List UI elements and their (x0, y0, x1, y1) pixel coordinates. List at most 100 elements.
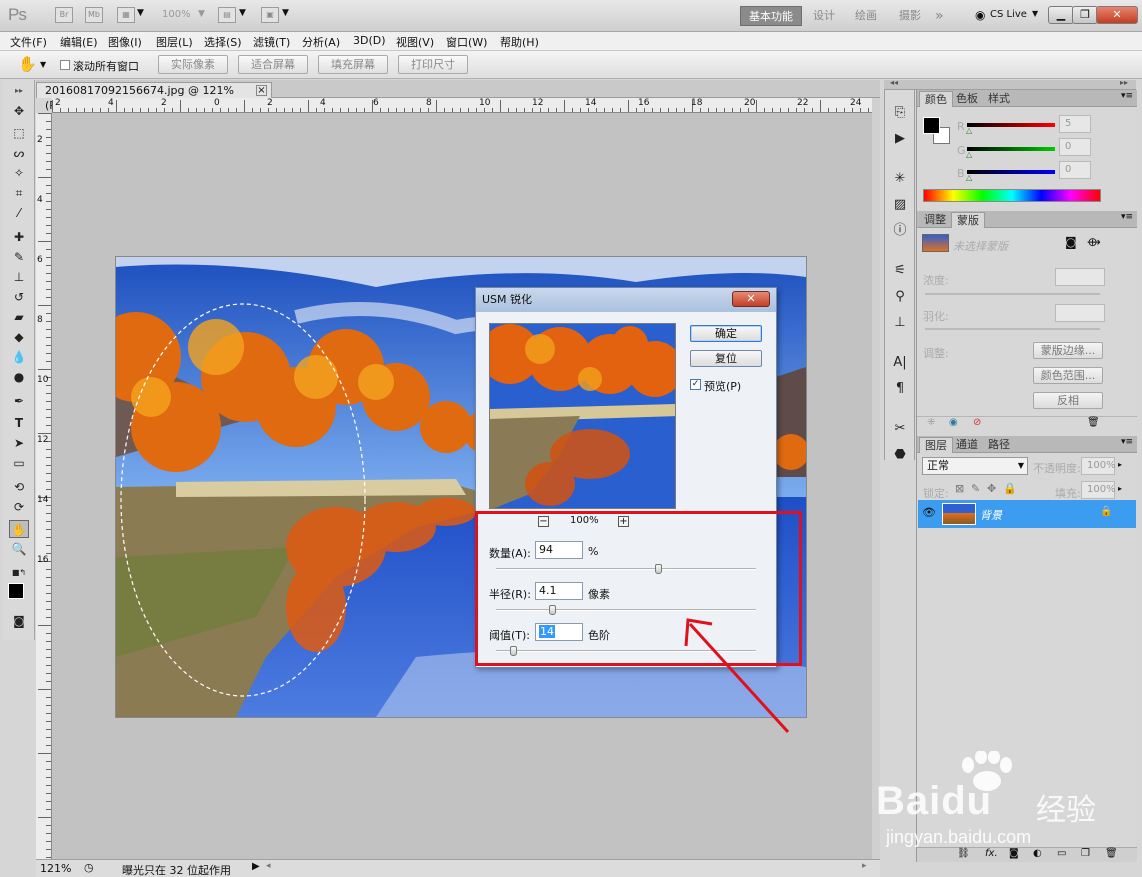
channel-b-slider[interactable] (967, 170, 1055, 174)
bridge-icon[interactable]: Br (55, 7, 73, 23)
menu-window[interactable]: 窗口(W) (446, 34, 487, 50)
move-tool-icon[interactable]: ✥ (9, 102, 29, 120)
menu-help[interactable]: 帮助(H) (500, 34, 539, 50)
workspace-design[interactable]: 设计 (805, 6, 843, 26)
tab-channels[interactable]: 通道 (951, 437, 983, 453)
restore-button[interactable]: ❐ (1072, 6, 1098, 24)
brushes-icon[interactable]: ⚲ (891, 288, 909, 306)
actions-icon[interactable]: ▶ (891, 130, 909, 148)
channel-g-input[interactable]: 0 (1059, 138, 1091, 156)
arrange-documents-icon[interactable]: ▤ (218, 7, 236, 23)
eyedropper-tool-icon[interactable]: ⁄ (9, 204, 29, 222)
slider-thumb-icon[interactable]: △ (966, 150, 972, 159)
expand-icon[interactable]: ▸▸ (1120, 78, 1128, 87)
foreground-color-swatch[interactable] (923, 117, 940, 134)
panel-menu-icon[interactable]: ▾≡ (1121, 212, 1133, 222)
histogram-icon[interactable]: ▨ (891, 196, 909, 214)
lasso-tool-icon[interactable]: ᔕ (9, 144, 29, 162)
invert-button[interactable]: 反相 (1033, 392, 1103, 409)
document-tab[interactable]: 20160817092156674.jpg @ 121%(RGB/8) × (36, 82, 272, 112)
color-range-button[interactable]: 颜色范围... (1033, 367, 1103, 384)
blend-mode-select[interactable]: 正常 ▼ (922, 457, 1028, 475)
layer-row[interactable]: 👁 背景 🔒 (918, 500, 1136, 528)
clone-stamp-tool-icon[interactable]: ⊥ (9, 268, 29, 286)
opacity-input[interactable]: 100% (1081, 457, 1116, 475)
foreground-color-swatch[interactable] (8, 583, 24, 599)
preview-checkbox[interactable]: ✓ (690, 379, 701, 390)
preview-window[interactable] (489, 323, 676, 509)
history-brush-tool-icon[interactable]: ↺ (9, 288, 29, 306)
menu-image[interactable]: 图像(I) (108, 34, 142, 50)
collapse-icon[interactable]: ▸▸ (9, 82, 29, 100)
scroll-right-icon[interactable]: ▸ (862, 861, 867, 871)
view-extras-icon[interactable]: ▦ (117, 7, 135, 23)
tab-masks[interactable]: 蒙版 (951, 212, 985, 228)
brush-tool-icon[interactable]: ✎ (9, 248, 29, 266)
chevron-down-icon[interactable]: ▼ (239, 8, 246, 18)
mini-bridge-icon[interactable]: Mb (85, 7, 103, 23)
tab-styles[interactable]: 样式 (983, 91, 1015, 107)
dodge-tool-icon[interactable]: ● (9, 368, 29, 386)
apply-mask-icon[interactable]: ◉ (949, 417, 958, 428)
healing-brush-tool-icon[interactable]: ✚ (9, 228, 29, 246)
cs-live-button[interactable]: CS Live (990, 9, 1027, 20)
tab-color[interactable]: 颜色 (919, 91, 953, 107)
lock-transparent-icon[interactable]: ⊠ (955, 482, 964, 495)
print-size-button[interactable]: 打印尺寸 (398, 55, 468, 74)
feather-input[interactable] (1055, 304, 1105, 322)
reset-button[interactable]: 复位 (690, 350, 762, 367)
channel-r-input[interactable]: 5 (1059, 115, 1091, 133)
channel-g-slider[interactable] (967, 147, 1055, 151)
density-input[interactable] (1055, 268, 1105, 286)
workspace-photography[interactable]: 摄影 (891, 6, 929, 26)
density-slider[interactable] (925, 293, 1100, 295)
menu-file[interactable]: 文件(F) (10, 34, 47, 50)
close-icon[interactable]: × (256, 85, 267, 96)
lock-position-icon[interactable]: ✥ (987, 482, 996, 495)
channel-r-slider[interactable] (967, 123, 1055, 127)
feather-slider[interactable] (925, 328, 1100, 330)
path-selection-tool-icon[interactable]: ➤ (9, 434, 29, 452)
menu-select[interactable]: 选择(S) (204, 34, 242, 50)
marquee-tool-icon[interactable]: ⬚ (9, 124, 29, 142)
delete-mask-icon[interactable]: 🗑 (1087, 417, 1100, 428)
tab-layers[interactable]: 图层 (919, 437, 953, 453)
scroll-all-checkbox[interactable] (60, 60, 70, 70)
vertical-scrollbar[interactable] (872, 98, 880, 859)
chevron-down-icon[interactable]: ▼ (198, 9, 205, 19)
magic-wand-tool-icon[interactable]: ✧ (9, 164, 29, 182)
navigator-icon[interactable]: ✳ (891, 170, 909, 188)
type-tool-icon[interactable]: T (9, 414, 29, 432)
channel-b-input[interactable]: 0 (1059, 161, 1091, 179)
history-icon[interactable]: ⎘ (891, 104, 909, 122)
layer-name[interactable]: 背景 (980, 507, 1002, 523)
lock-pixels-icon[interactable]: ✎ (971, 482, 980, 495)
chevron-down-icon[interactable]: ▼ (40, 60, 46, 69)
chevron-right-icon[interactable]: ▸ (1118, 460, 1122, 469)
menu-analysis[interactable]: 分析(A) (302, 34, 340, 50)
hand-tool-icon[interactable]: ✋ (18, 55, 37, 73)
tab-adjustments[interactable]: 调整 (919, 212, 951, 228)
status-menu-arrow-icon[interactable]: ▶ (252, 861, 260, 872)
fill-input[interactable]: 100% (1081, 481, 1116, 499)
menu-3d[interactable]: 3D(D) (353, 34, 386, 47)
hand-tool-icon[interactable]: ✋ (9, 520, 29, 538)
3d-rotate-tool-icon[interactable]: ⟲ (9, 478, 29, 496)
character-icon[interactable]: A| (891, 354, 909, 372)
panel-menu-icon[interactable]: ▾≡ (1121, 437, 1133, 447)
crop-tool-icon[interactable]: ⌗ (9, 184, 29, 202)
menu-layer[interactable]: 图层(L) (156, 34, 193, 50)
paint-bucket-tool-icon[interactable]: ◆ (9, 328, 29, 346)
delete-layer-icon[interactable]: 🗑 (1105, 848, 1118, 859)
disable-mask-icon[interactable]: ⊘ (973, 417, 981, 428)
menu-filter[interactable]: 滤镜(T) (253, 34, 290, 50)
clone-source-icon[interactable]: ⊥ (891, 314, 909, 332)
brush-presets-icon[interactable]: ⚟ (891, 262, 909, 280)
mask-edge-button[interactable]: 蒙版边缘... (1033, 342, 1103, 359)
fill-screen-button[interactable]: 填充屏幕 (318, 55, 388, 74)
scroll-left-icon[interactable]: ◂ (266, 861, 271, 871)
load-selection-icon[interactable]: ⁜ (927, 417, 935, 428)
tab-swatches[interactable]: 色板 (951, 91, 983, 107)
chevron-down-icon[interactable]: ▼ (1032, 9, 1038, 18)
menu-view[interactable]: 视图(V) (396, 34, 434, 50)
